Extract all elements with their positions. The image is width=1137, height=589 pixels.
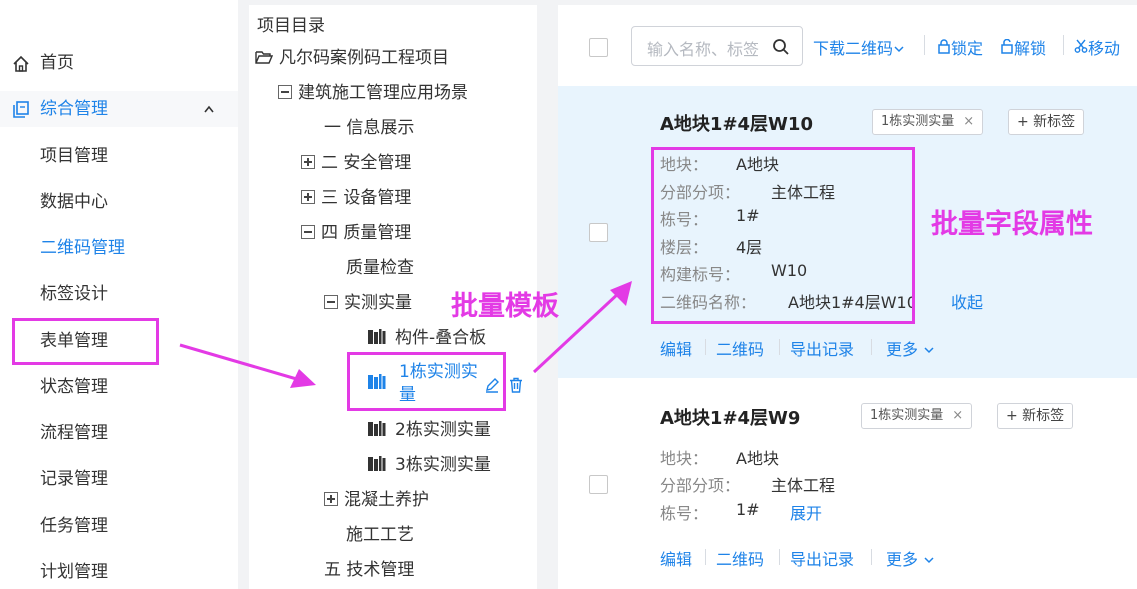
arrow-line [532,290,622,374]
arrow-line [179,343,301,382]
annotation-arrows [179,281,632,388]
arrow-head [610,281,632,306]
